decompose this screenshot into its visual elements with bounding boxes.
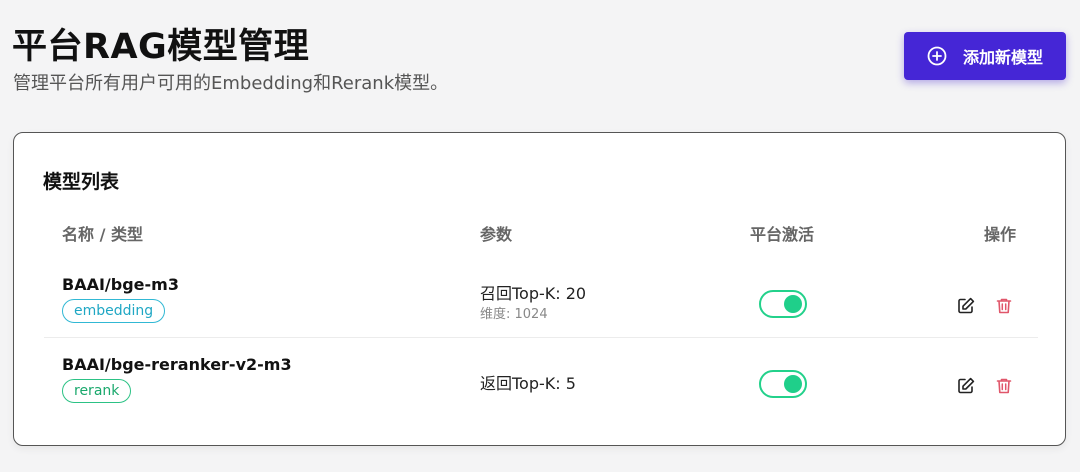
model-name: BAAI/bge-m3 <box>62 275 179 294</box>
add-model-button-label: 添加新模型 <box>962 48 1043 67</box>
column-header-params: 参数 <box>480 225 513 244</box>
toggle-knob <box>784 375 802 393</box>
model-list-card: 模型列表 名称 / 类型 参数 平台激活 操作 BAAI/bge-m3 embe… <box>13 132 1066 446</box>
plus-circle-icon <box>927 46 947 66</box>
toggle-knob <box>784 295 802 313</box>
param-topk: 返回Top-K: 5 <box>480 374 576 393</box>
model-type-badge: embedding <box>62 299 166 323</box>
page: 平台RAG模型管理 管理平台所有用户可用的Embedding和Rerank模型。… <box>0 0 1080 472</box>
column-header-actions: 操作 <box>984 225 1017 244</box>
table-row: BAAI/bge-m3 embedding 召回Top-K: 20 维度: 10… <box>44 258 1038 338</box>
param-topk: 召回Top-K: 20 <box>480 284 587 303</box>
column-header-name: 名称 / 类型 <box>62 225 143 244</box>
model-type-badge: rerank <box>62 379 132 403</box>
page-subtitle: 管理平台所有用户可用的Embedding和Rerank模型。 <box>13 73 449 94</box>
page-title: 平台RAG模型管理 <box>12 27 310 67</box>
trash-icon[interactable] <box>993 375 1015 397</box>
add-model-button[interactable]: 添加新模型 <box>904 32 1066 80</box>
model-name: BAAI/bge-reranker-v2-m3 <box>62 355 292 374</box>
platform-active-toggle[interactable] <box>759 290 807 318</box>
column-header-active: 平台激活 <box>750 225 815 244</box>
card-title: 模型列表 <box>43 171 120 193</box>
trash-icon[interactable] <box>993 295 1015 317</box>
platform-active-toggle[interactable] <box>759 370 807 398</box>
edit-icon[interactable] <box>955 295 977 317</box>
table-row: BAAI/bge-reranker-v2-m3 rerank 返回Top-K: … <box>44 338 1038 418</box>
param-dimension: 维度: 1024 <box>480 307 548 322</box>
edit-icon[interactable] <box>955 375 977 397</box>
